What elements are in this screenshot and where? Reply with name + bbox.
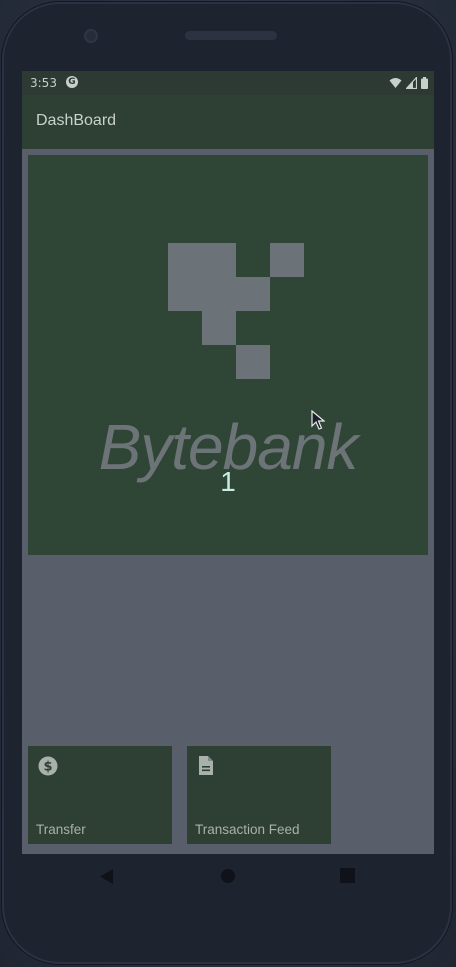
overview-icon[interactable] [340, 868, 355, 883]
signal-icon [406, 76, 417, 89]
app-bar: DashBoard [22, 95, 434, 149]
svg-text:$: $ [43, 760, 52, 775]
battery-icon [421, 76, 428, 89]
document-icon [199, 756, 213, 775]
front-camera [84, 29, 98, 43]
transfer-label: Transfer [36, 822, 86, 837]
status-time: 3:53 [30, 76, 57, 90]
status-bar: 3:53 G [22, 71, 434, 95]
device-screen: 3:53 G DashBoard Bytebank 1 $ Transfer T… [22, 71, 434, 854]
dollar-circle-icon: $ [38, 756, 58, 776]
home-icon[interactable] [220, 868, 236, 884]
transfer-card[interactable]: $ Transfer [28, 746, 172, 844]
transaction-feed-card[interactable]: Transaction Feed [187, 746, 331, 844]
system-navigation-bar [22, 854, 434, 900]
wifi-icon [389, 77, 402, 88]
transaction-feed-label: Transaction Feed [195, 822, 300, 837]
page-title: DashBoard [36, 112, 117, 129]
mouse-pointer-icon [311, 410, 325, 430]
bytebank-banner: Bytebank 1 [28, 155, 428, 555]
back-icon[interactable] [99, 868, 115, 885]
earpiece-speaker [185, 31, 277, 40]
notification-app-icon: G [66, 76, 78, 88]
status-icons [389, 76, 428, 89]
balance-counter: 1 [220, 466, 236, 497]
